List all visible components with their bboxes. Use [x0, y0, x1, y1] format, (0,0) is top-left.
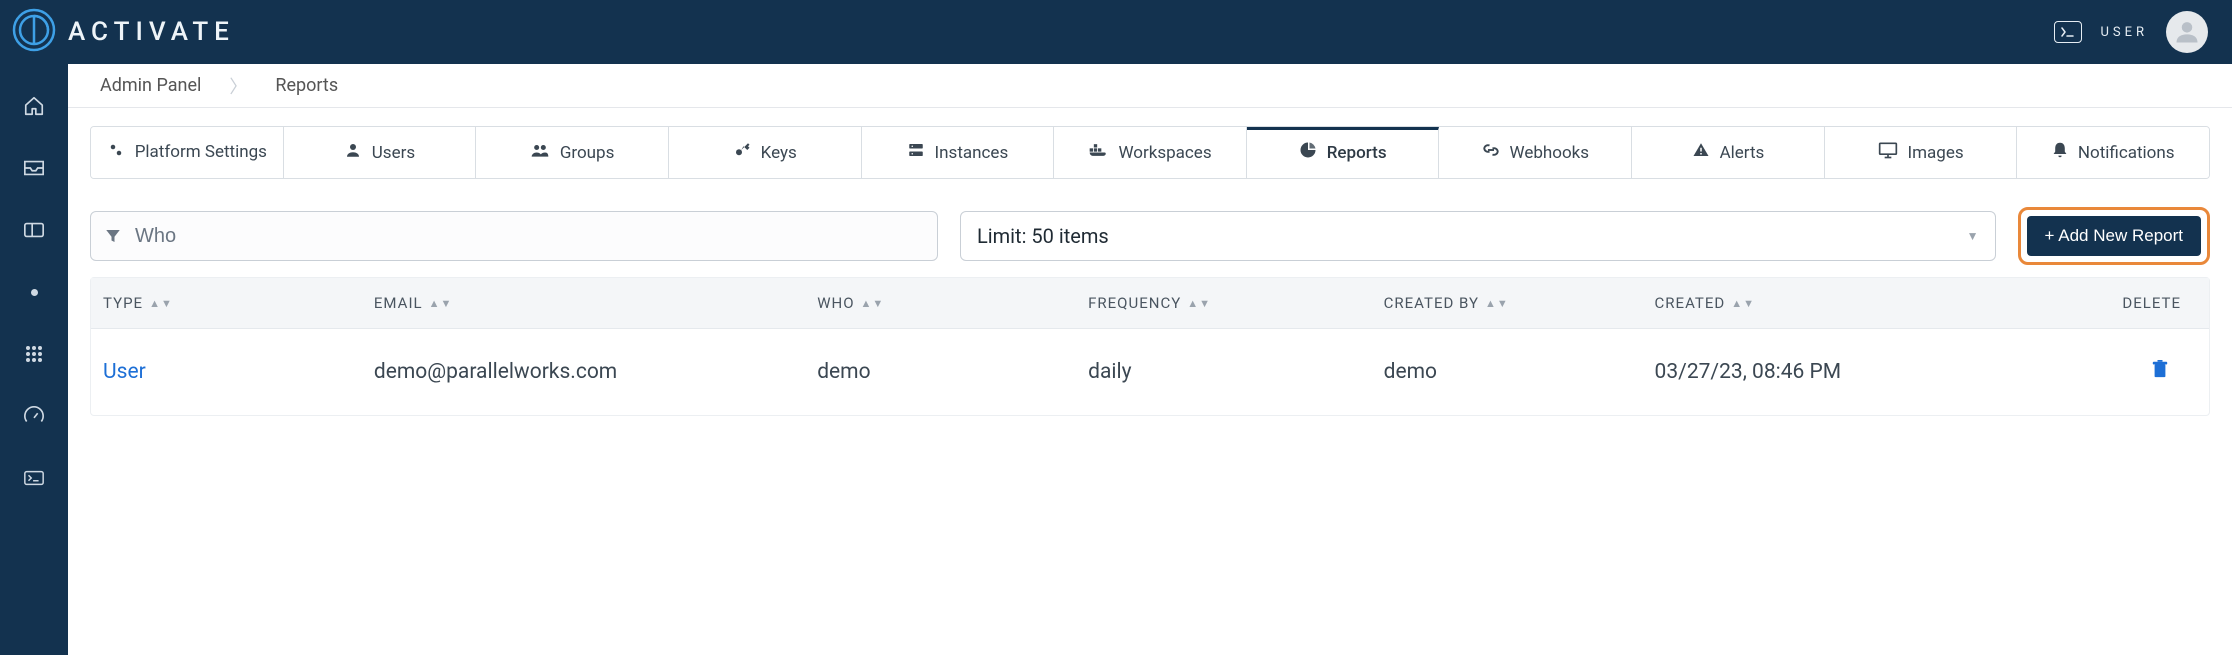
- cell-type[interactable]: User: [91, 360, 362, 384]
- tab-groups[interactable]: Groups: [476, 127, 669, 178]
- tab-webhooks[interactable]: Webhooks: [1439, 127, 1632, 178]
- tab-label: Instances: [935, 143, 1009, 163]
- th-created-by[interactable]: CREATED BY▲▼: [1372, 278, 1643, 328]
- sidenav-inbox[interactable]: [0, 154, 68, 182]
- terminal-icon[interactable]: [2054, 21, 2082, 43]
- th-who[interactable]: WHO▲▼: [805, 278, 1076, 328]
- th-delete: DELETE: [2012, 278, 2209, 328]
- limit-select[interactable]: Limit: 50 items ▼: [960, 211, 1996, 261]
- th-type[interactable]: TYPE▲▼: [91, 278, 362, 328]
- add-report-highlight: + Add New Report: [2018, 207, 2210, 265]
- key-icon: [733, 141, 751, 164]
- breadcrumb: Admin Panel 〉 Reports: [68, 64, 2232, 108]
- pie-chart-icon: [1299, 141, 1317, 164]
- sidenav-terminal[interactable]: [0, 464, 68, 492]
- tab-reports[interactable]: Reports: [1247, 127, 1440, 178]
- tab-label: Notifications: [2078, 143, 2175, 163]
- tab-alerts[interactable]: Alerts: [1632, 127, 1825, 178]
- tab-label: Groups: [560, 143, 615, 163]
- tab-images[interactable]: Images: [1825, 127, 2018, 178]
- tab-label: Platform Settings: [135, 143, 267, 162]
- tab-label: Images: [1908, 143, 1964, 163]
- sidenav-dot[interactable]: [0, 278, 68, 306]
- group-icon: [530, 141, 550, 164]
- tab-label: Webhooks: [1510, 143, 1590, 163]
- alert-icon: [1692, 141, 1710, 164]
- bell-icon: [2052, 141, 2068, 164]
- tab-label: Keys: [761, 143, 797, 163]
- brand-name: ACTIVATE: [68, 17, 235, 47]
- sidenav-grid[interactable]: [0, 340, 68, 368]
- cell-delete: [2012, 359, 2209, 385]
- who-filter[interactable]: [90, 211, 938, 261]
- table-row: User demo@parallelworks.com demo daily d…: [91, 329, 2209, 415]
- server-icon: [907, 141, 925, 164]
- tab-label: Alerts: [1720, 143, 1765, 163]
- cell-created-by: demo: [1372, 360, 1643, 384]
- link-icon: [1482, 141, 1500, 164]
- who-input[interactable]: [135, 225, 937, 248]
- container-icon: [1088, 142, 1108, 163]
- tab-workspaces[interactable]: Workspaces: [1054, 127, 1247, 178]
- tab-notifications[interactable]: Notifications: [2017, 127, 2209, 178]
- cell-email: demo@parallelworks.com: [362, 360, 805, 384]
- cell-frequency: daily: [1076, 360, 1372, 384]
- filter-icon: [91, 227, 135, 245]
- limit-label: Limit: 50 items: [977, 224, 1109, 248]
- th-email[interactable]: EMAIL▲▼: [362, 278, 805, 328]
- chevron-right-icon: 〉: [229, 73, 247, 99]
- tab-platform-settings[interactable]: Platform Settings: [91, 127, 284, 178]
- tab-label: Workspaces: [1118, 143, 1211, 163]
- tab-users[interactable]: Users: [284, 127, 477, 178]
- trash-icon[interactable]: [2151, 359, 2169, 385]
- th-created[interactable]: CREATED▲▼: [1643, 278, 2012, 328]
- avatar[interactable]: [2166, 11, 2208, 53]
- chevron-down-icon: ▼: [1967, 229, 1979, 243]
- add-report-button[interactable]: + Add New Report: [2027, 216, 2201, 256]
- sidenav-home[interactable]: [0, 92, 68, 120]
- cell-who: demo: [805, 360, 1076, 384]
- sidenav-gauge[interactable]: [0, 402, 68, 430]
- gears-icon: [107, 141, 125, 164]
- user-label: USER: [2100, 25, 2148, 40]
- tab-label: Users: [372, 143, 415, 163]
- user-icon: [344, 141, 362, 164]
- tab-keys[interactable]: Keys: [669, 127, 862, 178]
- tab-instances[interactable]: Instances: [862, 127, 1055, 178]
- brand-logo-icon: [12, 8, 56, 56]
- breadcrumb-current: Reports: [263, 75, 350, 96]
- monitor-icon: [1878, 141, 1898, 164]
- sidenav-panels[interactable]: [0, 216, 68, 244]
- th-frequency[interactable]: FREQUENCY▲▼: [1076, 278, 1372, 328]
- breadcrumb-root[interactable]: Admin Panel: [88, 75, 213, 96]
- brand: ACTIVATE: [12, 8, 235, 56]
- tab-label: Reports: [1327, 143, 1387, 163]
- cell-created: 03/27/23, 08:46 PM: [1643, 360, 2012, 384]
